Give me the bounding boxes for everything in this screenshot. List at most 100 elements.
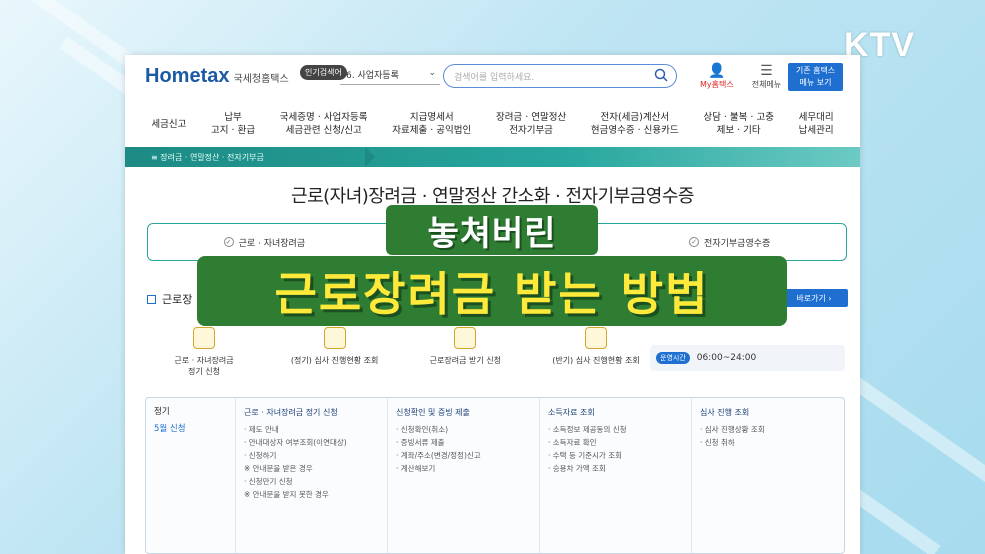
site-logo[interactable]: Hometax 국세청홈택스 bbox=[145, 65, 289, 88]
nav-label: 상담 · 불복 · 고충 bbox=[703, 112, 774, 123]
breadcrumb[interactable]: ≡ 장려금 · 연말정산 · 전자기부금 bbox=[125, 147, 860, 167]
service-label: 근로장려금 받기 신청 bbox=[429, 356, 501, 365]
search-document-icon bbox=[323, 327, 346, 349]
popular-search-value: 6. 사업자등록 bbox=[346, 71, 399, 81]
period-title: 정기 bbox=[154, 407, 170, 417]
menu-link[interactable]: ※ 안내문을 받은 경우 bbox=[244, 462, 379, 475]
caption-line-2: 근로장려금 받는 방법 bbox=[197, 256, 787, 326]
nav-label: 고지 · 환급 bbox=[211, 125, 256, 136]
nav-label: 장려금 · 연말정산 bbox=[495, 112, 567, 123]
menu-link[interactable]: · 제도 안내 bbox=[244, 423, 379, 436]
menu-link[interactable]: · 계좌/주소(변경/정정)신고 bbox=[396, 449, 531, 462]
nav-item-consulting[interactable]: 상담 · 불복 · 고충 제보 · 기타 bbox=[703, 111, 774, 137]
search-placeholder: 검색어를 입력하세요. bbox=[454, 72, 535, 83]
my-hometax-label: My홈택스 bbox=[700, 80, 734, 89]
operating-hours-value: 06:00~24:00 bbox=[696, 353, 757, 363]
menu-link[interactable]: · 승용차 가액 조회 bbox=[548, 462, 683, 475]
header-icons: 👤 My홈택스 ☰ 전체메뉴 bbox=[700, 63, 781, 90]
menu-column-head: 심사 진행 조회 bbox=[700, 408, 750, 417]
nav-item-payment[interactable]: 납부 고지 · 환급 bbox=[211, 111, 255, 137]
operating-hours-tag: 운영시간 bbox=[656, 352, 690, 364]
menu-link[interactable]: · 소득자료 확인 bbox=[548, 436, 683, 449]
nav-label: 제보 · 기타 bbox=[716, 125, 761, 136]
menu-link[interactable]: ※ 안내문을 받지 못한 경우 bbox=[244, 488, 379, 501]
tab-e-donation-receipt[interactable]: ✓ 전자기부금영수증 bbox=[613, 236, 846, 249]
search-input[interactable]: 검색어를 입력하세요. bbox=[443, 64, 677, 88]
service-menu-grid: 정기 5월 신청 근로 · 자녀장려금 정기 신청 · 제도 안내 · 안내대상… bbox=[145, 397, 845, 554]
legacy-menu-button[interactable]: 기존 홈택스 메뉴 보기 bbox=[788, 63, 843, 91]
all-menu-button[interactable]: ☰ 전체메뉴 bbox=[752, 63, 781, 90]
nav-label: 전자(세금)계산서 bbox=[600, 112, 670, 123]
menu-link[interactable]: · 수택 등 기준시가 조회 bbox=[548, 449, 683, 462]
nav-label: 전자기부금 bbox=[509, 125, 553, 136]
main-nav: 세금신고 납부 고지 · 환급 국세증명 · 사업자등록 세금관련 신청/신고 … bbox=[125, 103, 860, 145]
menu-link[interactable]: · 안내대상자 여부조회(이연대상) bbox=[244, 436, 379, 449]
tab-label: 전자기부금영수증 bbox=[704, 238, 771, 249]
popular-search-select[interactable]: 6. 사업자등록 ⌄ bbox=[340, 65, 440, 85]
logo-main-text: Hometax bbox=[145, 65, 230, 87]
nav-item-e-invoice[interactable]: 전자(세금)계산서 현금영수증 · 신용카드 bbox=[591, 111, 679, 137]
money-icon bbox=[454, 327, 477, 349]
service-label: 정기 신청 bbox=[188, 367, 220, 376]
chevron-down-icon: ⌄ bbox=[428, 68, 436, 78]
nav-label: 세금관련 신청/신고 bbox=[285, 125, 362, 136]
menu-link[interactable]: · 소득정보 제공동의 신청 bbox=[548, 423, 683, 436]
hamburger-menu-icon: ☰ bbox=[760, 63, 773, 79]
section-title: 근로장 bbox=[147, 291, 192, 307]
menu-link[interactable]: · 신청만기 신청 bbox=[244, 475, 379, 488]
menu-link[interactable]: · 심사 진행상황 조회 bbox=[700, 423, 836, 436]
menu-link[interactable]: · 신청확인(취소) bbox=[396, 423, 531, 436]
nav-label: 세무대리 bbox=[798, 112, 834, 123]
service-regular-status[interactable]: (정기) 심사 진행현황 조회 bbox=[276, 327, 394, 377]
service-regular-application[interactable]: 근로 · 자녀장려금 정기 신청 bbox=[145, 327, 263, 377]
menu-column-head: 소득자료 조회 bbox=[548, 408, 595, 417]
nav-label: 국세증명 · 사업자등록 bbox=[279, 112, 368, 123]
site-header: Hometax 국세청홈택스 인기검색어 6. 사업자등록 ⌄ 검색어를 입력하… bbox=[125, 55, 860, 103]
menu-link[interactable]: · 신청하기 bbox=[244, 449, 379, 462]
square-icon bbox=[147, 294, 156, 304]
period-value: 5월 신청 bbox=[154, 424, 186, 434]
menu-column-income-data: 소득자료 조회 · 소득정보 제공동의 신청 · 소득자료 확인 · 수택 등 … bbox=[540, 398, 692, 553]
nav-label: 납부 bbox=[224, 112, 242, 123]
check-circle-icon: ✓ bbox=[223, 237, 234, 247]
nav-item-tax-agent[interactable]: 세무대리 납세관리 bbox=[799, 111, 834, 137]
menu-column-application: 근로 · 자녀장려금 정기 신청 · 제도 안내 · 안내대상자 여부조회(이연… bbox=[236, 398, 388, 553]
menu-column-review: 심사 진행 조회 · 심사 진행상황 조회 · 신청 취하 bbox=[692, 398, 844, 553]
chevron-right-icon: › bbox=[825, 293, 832, 303]
service-label: (정기) 심사 진행현황 조회 bbox=[290, 356, 379, 365]
nav-item-tax-filing[interactable]: 세금신고 bbox=[151, 118, 186, 131]
nav-label: 세금신고 bbox=[151, 118, 187, 130]
menu-link[interactable]: · 신청 취하 bbox=[700, 436, 836, 449]
service-label: 근로 · 자녀장려금 bbox=[174, 356, 234, 365]
all-menu-label: 전체메뉴 bbox=[751, 80, 782, 89]
nav-item-payment-statement[interactable]: 지급명세서 자료제출 · 공익법인 bbox=[392, 111, 471, 137]
section-title-text: 근로장 bbox=[162, 293, 193, 306]
tab-earned-income-credit[interactable]: ✓ 근로 · 자녀장려금 bbox=[148, 236, 381, 249]
caption-line-1: 놓쳐버린 bbox=[386, 205, 598, 255]
logo-sub-text: 국세청홈택스 bbox=[233, 74, 289, 85]
document-icon bbox=[193, 327, 215, 349]
nav-label: 자료제출 · 공익법인 bbox=[392, 125, 472, 136]
nav-item-incentive[interactable]: 장려금 · 연말정산 전자기부금 bbox=[496, 111, 566, 137]
legacy-menu-label-1: 기존 홈택스 bbox=[795, 66, 836, 75]
quick-link-label: 바로가기 bbox=[796, 293, 826, 303]
breadcrumb-text: ≡ 장려금 · 연말정산 · 전자기부금 bbox=[151, 152, 264, 162]
nav-label: 지급명세서 bbox=[409, 112, 454, 123]
nav-label: 현금영수증 · 신용카드 bbox=[590, 125, 679, 136]
service-label: (반기) 심사 진행현황 조회 bbox=[552, 356, 640, 365]
menu-link[interactable]: · 증빙서류 제출 bbox=[396, 436, 531, 449]
service-receive-application[interactable]: 근로장려금 받기 신청 bbox=[406, 327, 524, 377]
service-shortcuts: 근로 · 자녀장려금 정기 신청 (정기) 심사 진행현황 조회 근로장려금 받… bbox=[145, 327, 655, 377]
my-hometax-button[interactable]: 👤 My홈택스 bbox=[700, 63, 734, 90]
service-half-status[interactable]: (반기) 심사 진행현황 조회 bbox=[537, 327, 655, 377]
breadcrumb-arrow bbox=[365, 147, 375, 167]
search-icon[interactable] bbox=[654, 68, 668, 82]
user-icon: 👤 bbox=[708, 63, 726, 79]
check-circle-icon: ✓ bbox=[689, 237, 700, 247]
operating-hours: 운영시간 06:00~24:00 bbox=[650, 345, 845, 371]
menu-link[interactable]: · 계산해보기 bbox=[396, 462, 531, 475]
search-document-icon bbox=[584, 327, 607, 349]
nav-item-certificate[interactable]: 국세증명 · 사업자등록 세금관련 신청/신고 bbox=[280, 111, 368, 137]
quick-link-button[interactable]: 바로가기 › bbox=[780, 289, 848, 307]
nav-label: 납세관리 bbox=[798, 125, 834, 136]
